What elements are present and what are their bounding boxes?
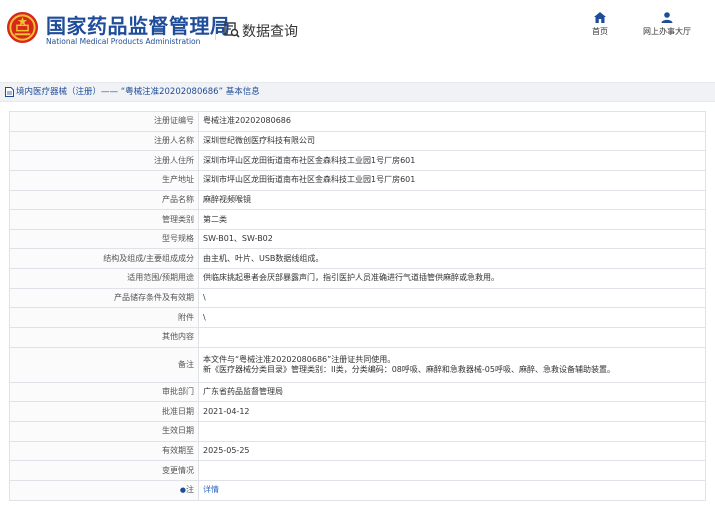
table-row: 备注 本文件与“粤械注准20202080686”注册证共同使用。 新《医疗器械分… — [9, 346, 706, 383]
row-label: 其他内容 — [9, 327, 199, 348]
table-row: 注册证编号 粤械注准20202080686 — [9, 111, 706, 132]
row-label: 审批部门 — [9, 381, 199, 403]
data-search-icon — [224, 22, 240, 38]
row-value: \ — [198, 287, 706, 309]
table-row: 生效日期 — [9, 420, 706, 442]
row-value: 粤械注准20202080686 — [198, 111, 706, 132]
row-value: 供临床挑起患者会厌部暴露声门，指引医护人员准确进行气道插管供麻醉或急救用。 — [198, 268, 706, 289]
remark-line-1: 本文件与“粤械注准20202080686”注册证共同使用。 — [203, 354, 396, 364]
table-row: 产品名称 麻醉视频喉镜 — [9, 189, 706, 211]
row-label: 结构及组成/主要组成成分 — [9, 248, 199, 270]
details-link[interactable]: 详情 — [203, 485, 219, 494]
document-icon — [5, 86, 14, 97]
row-value: 麻醉视频喉镜 — [198, 189, 706, 211]
device-info-table: 注册证编号 粤械注准20202080686 注册人名称 深圳世纪微创医疗科技有限… — [9, 111, 706, 501]
table-row: 变更情况 — [9, 460, 706, 481]
row-label: 注册证编号 — [9, 111, 199, 132]
table-row: 产品储存条件及有效期 \ — [9, 287, 706, 309]
row-value: 深圳世纪微创医疗科技有限公司 — [198, 130, 706, 152]
row-value: 由主机、叶片、USB数据线组成。 — [198, 248, 706, 270]
nav-online-service[interactable]: 网上办事大厅 — [643, 12, 691, 37]
nav-home-label: 首页 — [592, 27, 608, 36]
user-icon — [661, 12, 673, 23]
row-label: 生效日期 — [9, 420, 199, 442]
table-row: 生产地址 深圳市坪山区龙田街道南布社区金森科技工业园1号厂房601 — [9, 169, 706, 191]
row-label: 附件 — [9, 307, 199, 329]
row-value: 深圳市坪山区龙田街道南布社区金森科技工业园1号厂房601 — [198, 169, 706, 191]
breadcrumb: 境内医疗器械（注册）—— “粤械注准20202080686” 基本信息 — [0, 82, 715, 102]
data-search-label[interactable]: 数据查询 — [242, 21, 298, 41]
nav-home[interactable]: 首页 — [592, 12, 608, 37]
home-icon — [594, 12, 606, 23]
site-logo-title[interactable]: 国家药品监督管理局 — [46, 10, 231, 39]
table-row: 注册人住所 深圳市坪山区龙田街道南布社区金森科技工业园1号厂房601 — [9, 150, 706, 171]
row-value — [198, 460, 706, 481]
row-label: 有效期至 — [9, 440, 199, 462]
remark-line-2: 新《医疗器械分类目录》管理类别：II类，分类编码：08呼吸、麻醉和急救器械-05… — [203, 364, 615, 374]
row-label: 产品名称 — [9, 189, 199, 211]
row-value — [198, 327, 706, 348]
row-label: ●注 — [9, 479, 199, 501]
row-label: 注册人名称 — [9, 130, 199, 152]
table-row: 附件 \ — [9, 307, 706, 329]
row-label: 注册人住所 — [9, 150, 199, 171]
table-row: 适用范围/预期用途 供临床挑起患者会厌部暴露声门，指引医护人员准确进行气道插管供… — [9, 268, 706, 289]
row-label: 变更情况 — [9, 460, 199, 481]
row-label: 适用范围/预期用途 — [9, 268, 199, 289]
site-logo-subtitle: National Medical Products Administration — [46, 37, 201, 46]
header-divider — [215, 20, 216, 40]
row-label: 产品储存条件及有效期 — [9, 287, 199, 309]
breadcrumb-text: 境内医疗器械（注册）—— “粤械注准20202080686” 基本信息 — [16, 87, 260, 97]
table-row: 结构及组成/主要组成成分 由主机、叶片、USB数据线组成。 — [9, 248, 706, 270]
row-label: 生产地址 — [9, 169, 199, 191]
national-emblem-icon — [6, 11, 39, 44]
table-row: 其他内容 — [9, 327, 706, 348]
note-label: 注 — [186, 485, 194, 495]
nav-online-service-label: 网上办事大厅 — [643, 27, 691, 36]
table-row: 注册人名称 深圳世纪微创医疗科技有限公司 — [9, 130, 706, 152]
row-label: 管理类别 — [9, 209, 199, 230]
row-value: 广东省药品监督管理局 — [198, 381, 706, 403]
row-value — [198, 420, 706, 442]
table-row: ●注 详情 — [9, 479, 706, 501]
table-row: 型号规格 SW-B01、SW-B02 — [9, 228, 706, 250]
table-row: 审批部门 广东省药品监督管理局 — [9, 381, 706, 403]
row-value: 2021-04-12 — [198, 401, 706, 422]
site-header: 国家药品监督管理局 National Medical Products Admi… — [0, 0, 715, 68]
row-value: 2025-05-25 — [198, 440, 706, 462]
row-value: 本文件与“粤械注准20202080686”注册证共同使用。 新《医疗器械分类目录… — [198, 346, 706, 383]
table-row: 管理类别 第二类 — [9, 209, 706, 230]
row-value: \ — [198, 307, 706, 329]
row-value: 第二类 — [198, 209, 706, 230]
row-label: 批准日期 — [9, 401, 199, 422]
row-label: 型号规格 — [9, 228, 199, 250]
row-value: 深圳市坪山区龙田街道南布社区金森科技工业园1号厂房601 — [198, 150, 706, 171]
row-value: 详情 — [198, 479, 706, 501]
table-row: 批准日期 2021-04-12 — [9, 401, 706, 422]
row-label: 备注 — [9, 346, 199, 383]
row-value: SW-B01、SW-B02 — [198, 228, 706, 250]
table-row: 有效期至 2025-05-25 — [9, 440, 706, 462]
